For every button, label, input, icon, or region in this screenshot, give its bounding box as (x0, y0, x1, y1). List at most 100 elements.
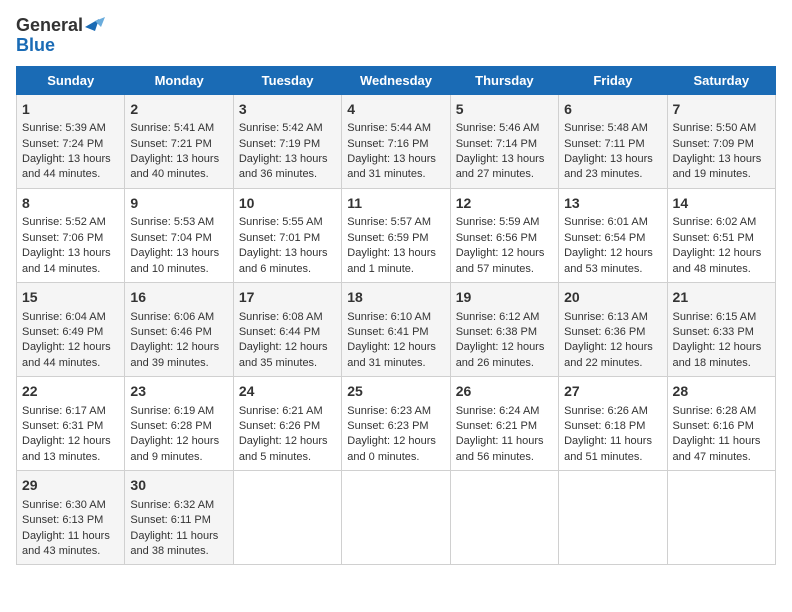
day-number: 28 (673, 382, 770, 402)
sunrise-text: Sunrise: 6:17 AM (22, 405, 106, 417)
daylight-text: Daylight: 13 hours and 6 minutes. (239, 247, 328, 274)
sunrise-text: Sunrise: 5:41 AM (130, 122, 214, 134)
day-cell: 24Sunrise: 6:21 AMSunset: 6:26 PMDayligh… (233, 377, 341, 471)
daylight-text: Daylight: 13 hours and 27 minutes. (456, 153, 545, 180)
sunrise-text: Sunrise: 6:06 AM (130, 311, 214, 323)
day-cell: 15Sunrise: 6:04 AMSunset: 6:49 PMDayligh… (17, 282, 125, 376)
sunrise-text: Sunrise: 6:08 AM (239, 311, 323, 323)
sunrise-text: Sunrise: 6:13 AM (564, 311, 648, 323)
day-cell: 9Sunrise: 5:53 AMSunset: 7:04 PMDaylight… (125, 188, 233, 282)
day-number: 19 (456, 288, 553, 308)
day-cell: 10 Sunrise: 5:55 AM Sunset: 7:01 PM Dayligh… (233, 188, 341, 282)
sunset-text: Sunset: 6:51 PM (673, 232, 754, 244)
week-row-1: 1Sunrise: 5:39 AMSunset: 7:24 PMDaylight… (17, 94, 776, 188)
day-cell: 2Sunrise: 5:41 AMSunset: 7:21 PMDaylight… (125, 94, 233, 188)
header-tuesday: Tuesday (233, 66, 341, 94)
day-number: 7 (673, 100, 770, 120)
day-number: 1 (22, 100, 119, 120)
day-cell: 5Sunrise: 5:46 AMSunset: 7:14 PMDaylight… (450, 94, 558, 188)
sunrise-text: Sunrise: 6:12 AM (456, 311, 540, 323)
sunrise-text: Sunrise: 5:50 AM (673, 122, 757, 134)
day-cell: 12Sunrise: 5:59 AMSunset: 6:56 PMDayligh… (450, 188, 558, 282)
sunset-text: Sunset: 6:54 PM (564, 232, 645, 244)
day-cell: 1Sunrise: 5:39 AMSunset: 7:24 PMDaylight… (17, 94, 125, 188)
day-number: 30 (130, 476, 227, 496)
daylight-text: Daylight: 13 hours and 23 minutes. (564, 153, 653, 180)
day-number: 20 (564, 288, 661, 308)
daylight-text: Daylight: 12 hours and 5 minutes. (239, 435, 328, 462)
daylight-text: Daylight: 11 hours and 47 minutes. (673, 435, 761, 462)
daylight-text: Daylight: 13 hours and 1 minute. (347, 247, 436, 274)
day-number: 24 (239, 382, 336, 402)
daylight-text: Daylight: 13 hours and 31 minutes. (347, 153, 436, 180)
daylight-text: Daylight: 12 hours and 53 minutes. (564, 247, 653, 274)
day-number: 8 (22, 194, 119, 214)
sunset-text: Sunset: 6:59 PM (347, 232, 428, 244)
header-wednesday: Wednesday (342, 66, 450, 94)
sunrise-text: Sunrise: 6:26 AM (564, 405, 648, 417)
sunrise-text: Sunrise: 5:48 AM (564, 122, 648, 134)
daylight-text: Daylight: 12 hours and 26 minutes. (456, 341, 545, 368)
daylight-text: Daylight: 11 hours and 43 minutes. (22, 530, 110, 557)
day-cell (342, 471, 450, 565)
day-number: 3 (239, 100, 336, 120)
day-cell: 22Sunrise: 6:17 AMSunset: 6:31 PMDayligh… (17, 377, 125, 471)
day-number: 23 (130, 382, 227, 402)
day-cell: 16Sunrise: 6:06 AMSunset: 6:46 PMDayligh… (125, 282, 233, 376)
day-number: 12 (456, 194, 553, 214)
sunset-text: Sunset: 6:16 PM (673, 420, 754, 432)
day-cell: 7Sunrise: 5:50 AMSunset: 7:09 PMDaylight… (667, 94, 775, 188)
sunset-text: Sunset: 7:16 PM (347, 138, 428, 150)
sunset-text: Sunset: 7:11 PM (564, 138, 645, 150)
sunset-text: Sunset: 6:41 PM (347, 326, 428, 338)
header-row: SundayMondayTuesdayWednesdayThursdayFrid… (17, 66, 776, 94)
sunset-text: Sunset: 7:19 PM (239, 138, 320, 150)
day-number: 18 (347, 288, 444, 308)
day-cell: 21Sunrise: 6:15 AMSunset: 6:33 PMDayligh… (667, 282, 775, 376)
header-monday: Monday (125, 66, 233, 94)
daylight-text: Daylight: 11 hours and 56 minutes. (456, 435, 544, 462)
sunset-text: Sunset: 6:21 PM (456, 420, 537, 432)
sunrise-text: Sunrise: 6:02 AM (673, 216, 757, 228)
sunrise-text: Sunrise: 5:46 AM (456, 122, 540, 134)
daylight-text: Daylight: 12 hours and 31 minutes. (347, 341, 436, 368)
day-cell: 18Sunrise: 6:10 AMSunset: 6:41 PMDayligh… (342, 282, 450, 376)
day-cell (559, 471, 667, 565)
sunset-text: Sunset: 7:01 PM (239, 232, 320, 244)
daylight-text: Daylight: 13 hours and 36 minutes. (239, 153, 328, 180)
sunrise-text: Sunrise: 6:15 AM (673, 311, 757, 323)
logo: General Blue (16, 16, 105, 56)
day-number: 11 (347, 194, 444, 214)
daylight-text: Daylight: 12 hours and 22 minutes. (564, 341, 653, 368)
day-cell: 27Sunrise: 6:26 AMSunset: 6:18 PMDayligh… (559, 377, 667, 471)
day-number: 10 (239, 194, 336, 214)
day-cell: 14Sunrise: 6:02 AMSunset: 6:51 PMDayligh… (667, 188, 775, 282)
sunset-text: Sunset: 6:44 PM (239, 326, 320, 338)
day-cell: 13Sunrise: 6:01 AMSunset: 6:54 PMDayligh… (559, 188, 667, 282)
day-cell: 4Sunrise: 5:44 AMSunset: 7:16 PMDaylight… (342, 94, 450, 188)
header-thursday: Thursday (450, 66, 558, 94)
day-number: 9 (130, 194, 227, 214)
daylight-text: Daylight: 13 hours and 19 minutes. (673, 153, 762, 180)
day-number: 14 (673, 194, 770, 214)
sunset-text: Sunset: 6:31 PM (22, 420, 103, 432)
logo-bird-icon (85, 17, 105, 35)
sunset-text: Sunset: 6:26 PM (239, 420, 320, 432)
daylight-text: Daylight: 12 hours and 13 minutes. (22, 435, 111, 462)
header-friday: Friday (559, 66, 667, 94)
day-number: 5 (456, 100, 553, 120)
day-cell: 26Sunrise: 6:24 AMSunset: 6:21 PMDayligh… (450, 377, 558, 471)
daylight-text: Daylight: 12 hours and 18 minutes. (673, 341, 762, 368)
sunrise-text: Sunrise: 5:59 AM (456, 216, 540, 228)
sunset-text: Sunset: 6:49 PM (22, 326, 103, 338)
sunrise-text: Sunrise: 6:28 AM (673, 405, 757, 417)
sunrise-text: Sunrise: 5:55 AM (239, 216, 323, 228)
day-number: 26 (456, 382, 553, 402)
sunset-text: Sunset: 6:13 PM (22, 514, 103, 526)
daylight-text: Daylight: 13 hours and 44 minutes. (22, 153, 111, 180)
day-number: 6 (564, 100, 661, 120)
sunset-text: Sunset: 6:33 PM (673, 326, 754, 338)
day-number: 15 (22, 288, 119, 308)
sunset-text: Sunset: 6:23 PM (347, 420, 428, 432)
day-number: 25 (347, 382, 444, 402)
